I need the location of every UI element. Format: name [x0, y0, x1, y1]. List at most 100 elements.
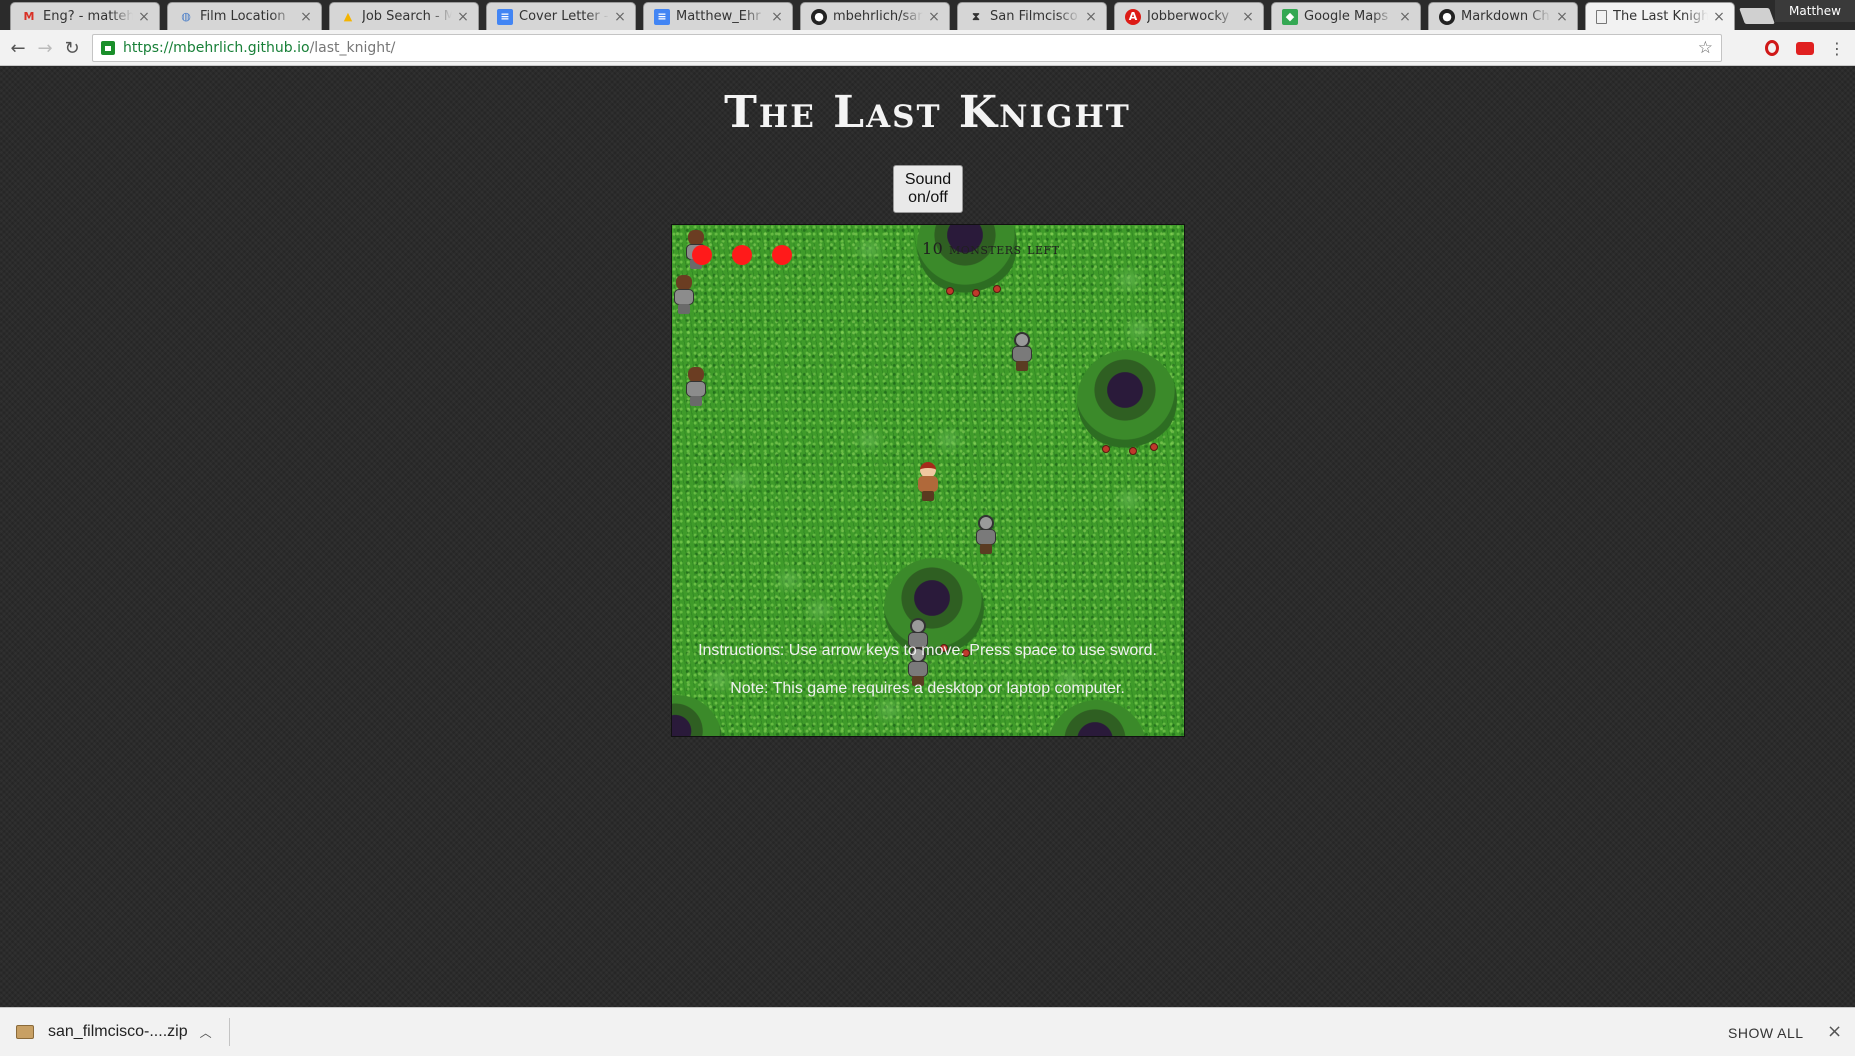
show-all-button[interactable]: SHOW ALL [1728, 1025, 1804, 1041]
tab-markdown[interactable]: ● Markdown Ch × [1428, 2, 1578, 30]
url-host: https://mbehrlich.github.io [123, 40, 310, 56]
tab-last-knight[interactable]: The Last Knigh × [1585, 2, 1735, 30]
berry [972, 289, 980, 297]
tab-title: Eng? - matteh [43, 9, 133, 24]
angular-icon: A [1125, 8, 1141, 25]
life-indicator-1 [692, 245, 712, 265]
download-shelf: san_filmcisco-....zip ︿ SHOW ALL × [0, 1007, 1855, 1056]
sound-toggle-button[interactable]: Sound on/off [893, 165, 963, 213]
tab-strip: M Eng? - matteh × ◍ Film Location × ▲ Jo… [0, 0, 1855, 30]
close-icon[interactable]: × [299, 9, 313, 25]
globe-icon: ◍ [181, 10, 191, 23]
grass-tuft [802, 595, 836, 625]
close-icon[interactable]: × [1241, 9, 1255, 25]
download-item[interactable]: san_filmcisco-....zip ︿ [16, 1018, 230, 1046]
grass-tuft [1112, 265, 1146, 295]
berry [1129, 447, 1137, 455]
profile-button[interactable]: Matthew [1775, 0, 1855, 22]
youtube-extension-icon[interactable] [1795, 38, 1815, 58]
drive-icon: ▲ [343, 10, 353, 23]
instructions-text: Instructions: Use arrow keys to move. Pr… [698, 642, 1157, 659]
berry [1150, 443, 1158, 451]
monsters-left-counter: 10 monsters left [922, 239, 1060, 258]
close-icon[interactable]: × [770, 9, 784, 25]
back-icon[interactable]: ← [6, 36, 30, 60]
tab-title: Job Search - M [362, 9, 452, 24]
github-icon: ● [811, 8, 827, 25]
close-icon[interactable]: × [1712, 9, 1726, 25]
zip-file-icon [16, 1025, 34, 1039]
monster-sprite [1008, 332, 1036, 372]
new-tab-button[interactable] [1739, 8, 1775, 24]
tab-film-location[interactable]: ◍ Film Location × [167, 2, 322, 30]
grass-tuft [852, 235, 886, 265]
page-body: The Last Knight Sound on/off 10 monsters… [0, 67, 1855, 1007]
life-indicator-2 [732, 245, 752, 265]
grass-tuft [932, 425, 966, 455]
monster-sprite [672, 275, 698, 315]
tab-title: San Filmcisco [990, 9, 1078, 24]
tab-resume[interactable]: ≡ Matthew_Ehr × [643, 2, 793, 30]
page-title: The Last Knight [724, 87, 1131, 138]
tab-title: The Last Knigh [1613, 9, 1708, 24]
grass-tuft [852, 425, 886, 455]
tab-san-filmcisco[interactable]: ⧗ San Filmcisco × [957, 2, 1107, 30]
game-canvas[interactable]: 10 monsters left [671, 224, 1185, 737]
page-icon [1596, 9, 1607, 24]
berry [993, 285, 1001, 293]
close-icon[interactable]: × [456, 9, 470, 25]
close-icon[interactable]: × [1398, 9, 1412, 25]
menu-kebab-icon[interactable]: ⋮ [1827, 38, 1847, 58]
player-knight-sprite [914, 462, 942, 502]
tab-title: Google Maps [1304, 9, 1389, 24]
close-icon[interactable]: × [613, 9, 627, 25]
close-icon[interactable]: × [137, 9, 151, 25]
grass-tuft [772, 565, 806, 595]
tree [1077, 350, 1177, 450]
browser-toolbar: ← → ↻ https://mbehrlich.github.io/last_k… [0, 30, 1855, 66]
close-icon[interactable]: × [1555, 9, 1569, 25]
docs-icon: ≡ [654, 8, 670, 25]
grass-tuft [872, 695, 906, 725]
tab-title: Film Location [200, 9, 286, 24]
note-text: Note: This game requires a desktop or la… [730, 680, 1125, 697]
tab-title: mbehrlich/sar [833, 9, 923, 24]
bookmark-star-icon[interactable]: ☆ [1698, 38, 1713, 58]
reload-icon[interactable]: ↻ [60, 36, 84, 60]
lock-icon [101, 41, 115, 55]
chevron-up-icon[interactable]: ︿ [200, 1024, 212, 1041]
tab-title: Markdown Ch [1461, 9, 1550, 24]
tab-title: Cover Letter - [519, 9, 609, 24]
tab-title: Matthew_Ehr [676, 9, 761, 24]
tab-title: Jobberwocky [1147, 9, 1230, 24]
berry [946, 287, 954, 295]
life-indicator-3 [772, 245, 792, 265]
download-file-name: san_filmcisco-....zip [48, 1023, 188, 1040]
maps-icon: ◆ [1282, 8, 1298, 25]
tree [672, 695, 722, 736]
tab-jobberwocky[interactable]: A Jobberwocky × [1114, 2, 1264, 30]
close-icon[interactable]: × [1084, 9, 1098, 25]
grass-tuft [722, 465, 756, 495]
monster-sprite [682, 367, 710, 407]
forward-icon[interactable]: → [33, 36, 57, 60]
tab-github-repo[interactable]: ● mbehrlich/sar × [800, 2, 950, 30]
gmail-icon: M [23, 10, 35, 23]
hourglass-icon: ⧗ [972, 9, 980, 23]
tree [1047, 700, 1147, 736]
tab-google-maps[interactable]: ◆ Google Maps × [1271, 2, 1421, 30]
grass-tuft [1112, 485, 1146, 515]
tab-gmail[interactable]: M Eng? - matteh × [10, 2, 160, 30]
url-path: /last_knight/ [309, 40, 396, 56]
address-bar[interactable]: https://mbehrlich.github.io/last_knight/… [92, 34, 1722, 62]
github-icon: ● [1439, 8, 1455, 25]
grass-tuft [1122, 315, 1156, 345]
docs-icon: ≡ [497, 8, 513, 25]
tab-cover-letter[interactable]: ≡ Cover Letter - × [486, 2, 636, 30]
tab-job-search[interactable]: ▲ Job Search - M × [329, 2, 479, 30]
opera-extension-icon[interactable] [1762, 38, 1782, 58]
close-icon[interactable]: × [1827, 1021, 1842, 1042]
berry [1102, 445, 1110, 453]
tree [917, 225, 1017, 295]
close-icon[interactable]: × [927, 9, 941, 25]
